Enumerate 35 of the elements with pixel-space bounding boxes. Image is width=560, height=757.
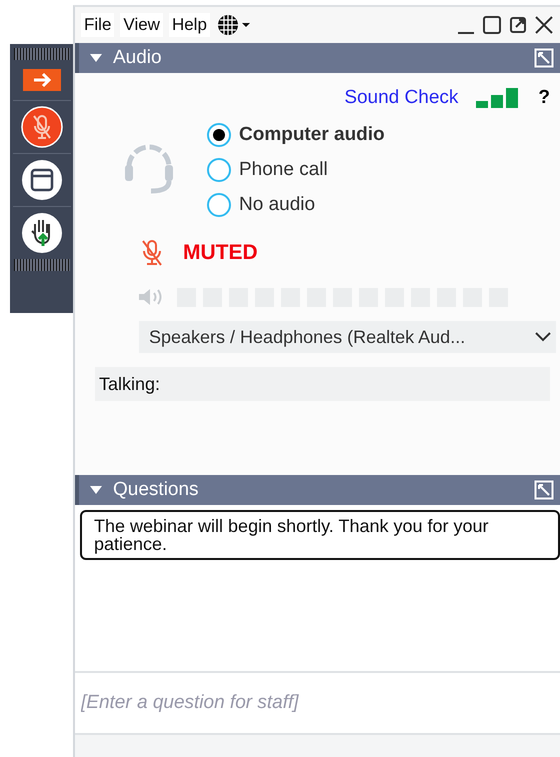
drag-handle[interactable] — [14, 48, 70, 60]
drag-handle[interactable] — [14, 259, 70, 271]
option-label: No audio — [239, 194, 316, 216]
window-icon[interactable] — [20, 159, 62, 201]
panel-title: Audio — [113, 47, 162, 69]
menu-item[interactable]: File — [81, 13, 114, 37]
radio-button[interactable] — [207, 193, 231, 217]
panel-header[interactable]: Questions — [75, 475, 560, 505]
close-icon[interactable] — [534, 15, 554, 35]
globe-icon[interactable] — [216, 13, 252, 37]
question-input[interactable]: [Enter a question for staff] — [75, 671, 560, 735]
message-text: The webinar will begin shortly. Thank you for your patience. — [94, 516, 489, 554]
talking-label: Talking: — [99, 374, 160, 394]
help-button[interactable]: ? — [538, 87, 550, 109]
chevron-down-icon — [534, 331, 552, 343]
resize-icon[interactable] — [534, 48, 554, 68]
radio-button[interactable] — [207, 123, 231, 147]
panel-header[interactable]: Audio — [75, 43, 560, 73]
menu-item[interactable]: Help — [168, 13, 210, 37]
maximize-icon[interactable] — [482, 15, 502, 35]
resize-icon[interactable] — [534, 480, 554, 500]
option-label: Computer audio — [239, 124, 385, 146]
sound-check-link[interactable]: Sound Check — [344, 87, 458, 109]
menu-item[interactable]: View — [120, 13, 163, 37]
collapse-icon[interactable] — [89, 53, 103, 63]
microphone-muted-icon[interactable] — [20, 106, 62, 148]
panel-title: Questions — [113, 479, 199, 501]
popout-icon[interactable] — [508, 15, 528, 35]
muted-label: MUTED — [183, 241, 258, 265]
speaker-dropdown[interactable]: Speakers / Headphones (Realtek Aud... — [139, 321, 556, 353]
raise-hand-icon[interactable] — [20, 212, 62, 254]
collapse-icon[interactable] — [89, 485, 103, 495]
option-label: Phone call — [239, 159, 328, 181]
radio-button[interactable] — [207, 158, 231, 182]
signal-icon — [476, 88, 520, 108]
